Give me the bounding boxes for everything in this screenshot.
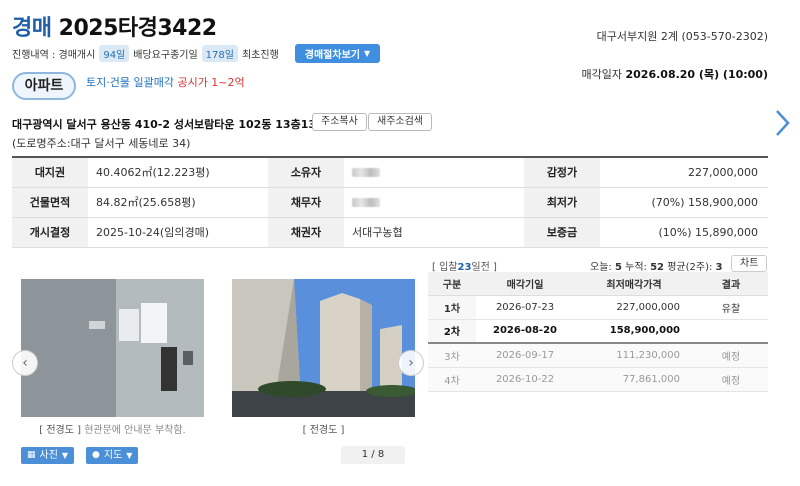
redacted-name xyxy=(352,168,380,178)
owner-header: 소유자 xyxy=(268,157,344,188)
building-photo[interactable] xyxy=(232,279,415,417)
owner-value xyxy=(344,157,524,188)
col-result: 결과 xyxy=(694,272,768,296)
bid-countdown: [ 입찰23일전 ] xyxy=(432,258,497,273)
photo-toggle-button[interactable]: ▦ 사진 ▼ xyxy=(21,447,75,464)
photo-caption-2: [ 전경도 ] xyxy=(302,425,345,436)
result-cell xyxy=(694,319,768,344)
table-row: 대지권 40.4062㎡(12.223평) 소유자 감정가 227,000,00… xyxy=(12,157,768,188)
price-cell: 111,230,000 xyxy=(574,343,694,368)
land-right-value: 40.4062㎡(12.223평) xyxy=(88,157,268,188)
page-title: 경매 2025타경3422 xyxy=(12,10,217,42)
col-round: 구분 xyxy=(428,272,476,296)
photo-caption-1: [ 전경도 ] 현관문에 안내문 부착함. xyxy=(21,421,204,436)
court-info: 대구서부지원 2계 (053-570-2302) xyxy=(596,30,768,43)
land-right-header: 대지권 xyxy=(12,157,88,188)
days-since-start-badge: 94일 xyxy=(99,45,130,62)
col-date: 매각기일 xyxy=(476,272,574,296)
date-cell: 2026-08-20 xyxy=(476,319,574,344)
bid-schedule-table: 구분 매각기일 최저매각가격 결과 1차 2026-07-23 227,000,… xyxy=(428,272,768,392)
creditor-header: 채권자 xyxy=(268,217,344,248)
chevron-right-icon[interactable] xyxy=(772,108,792,138)
auction-procedure-label: 경매절차보기 xyxy=(304,50,360,61)
property-info-table: 대지권 40.4062㎡(12.223평) 소유자 감정가 227,000,00… xyxy=(12,156,768,248)
round-cell: 1차 xyxy=(428,295,476,320)
chevron-down-icon: ▼ xyxy=(61,451,69,460)
deposit-value: (10%) 15,890,000 xyxy=(600,217,768,248)
photo-prev-button[interactable]: ‹ xyxy=(12,350,38,376)
min-price-value: (70%) 158,900,000 xyxy=(600,187,768,218)
public-price-note: 공시가 1~2억 xyxy=(177,76,245,89)
appraisal-value: 227,000,000 xyxy=(600,157,768,188)
price-cell: 227,000,000 xyxy=(574,295,694,320)
view-stats: 오늘: 5 누적: 52 평균(2주): 3 xyxy=(590,258,723,273)
price-cell: 158,900,000 xyxy=(574,319,694,344)
creditor-value: 서대구농협 xyxy=(344,217,524,248)
round-cell: 4차 xyxy=(428,367,476,392)
table-row: 3차 2026-09-17 111,230,000 예정 xyxy=(428,343,768,368)
chart-button[interactable]: 차트 xyxy=(731,255,768,272)
photo-toggle-label: 사진 xyxy=(39,450,58,461)
redacted-name xyxy=(352,198,380,207)
building-area-value: 84.82㎡(25.658평) xyxy=(88,187,268,218)
date-cell: 2026-10-22 xyxy=(476,367,574,392)
date-cell: 2026-07-23 xyxy=(476,295,574,320)
sale-date-value: 2026.08.20 (목) (10:00) xyxy=(625,68,769,81)
case-number: 2025타경3422 xyxy=(58,16,217,41)
door-illustration xyxy=(21,279,204,417)
debtor-value xyxy=(344,187,524,218)
result-cell: 예정 xyxy=(694,367,768,392)
auction-procedure-button[interactable]: 경매절차보기 ▼ xyxy=(294,44,381,63)
road-address: (도로명주소:대구 달서구 세동네로 34) xyxy=(12,137,191,150)
progress-mid-label: 배당요구종기일 xyxy=(133,50,198,61)
sale-note: 토지·건물 일괄매각 공시가 1~2억 xyxy=(86,74,245,90)
map-toggle-label: 지도 xyxy=(103,450,123,461)
property-address: 대구광역시 달서구 용산동 410-2 성서보람타운 102동 13층1305호 xyxy=(12,118,342,131)
deposit-header: 보증금 xyxy=(524,217,600,248)
map-pin-icon: ● xyxy=(92,450,100,460)
photo-caption-tag: [ 전경도 ] xyxy=(39,425,82,436)
building-area-header: 건물면적 xyxy=(12,187,88,218)
copy-address-button[interactable]: 주소복사 xyxy=(312,113,367,131)
sale-date-label: 매각일자 xyxy=(581,68,622,81)
grid-icon: ▦ xyxy=(27,450,36,460)
property-type-badge: 아파트 xyxy=(12,72,76,100)
price-cell: 77,861,000 xyxy=(574,367,694,392)
new-address-search-button[interactable]: 새주소검색 xyxy=(368,113,432,131)
debtor-header: 채무자 xyxy=(268,187,344,218)
table-row: 건물면적 84.82㎡(25.658평) 채무자 최저가 (70%) 158,9… xyxy=(12,187,768,218)
photo-next-button[interactable]: › xyxy=(398,350,424,376)
photo-pager: 1 / 8 xyxy=(341,446,405,464)
result-cell: 유찰 xyxy=(694,295,768,320)
progress-tail-label: 최초진행 xyxy=(241,50,279,61)
start-decision-value: 2025-10-24(임의경매) xyxy=(88,217,268,248)
auction-kind: 경매 xyxy=(12,16,52,41)
table-row: 4차 2026-10-22 77,861,000 예정 xyxy=(428,367,768,392)
sale-date: 매각일자 2026.08.20 (목) (10:00) xyxy=(582,66,768,82)
photo-caption-text: 현관문에 안내문 부착함. xyxy=(84,425,186,436)
front-door-photo[interactable] xyxy=(21,279,204,417)
building-illustration xyxy=(232,279,415,417)
start-decision-header: 개시결정 xyxy=(12,217,88,248)
table-row: 2차 2026-08-20 158,900,000 xyxy=(428,319,768,344)
round-cell: 2차 xyxy=(428,319,476,344)
chevron-down-icon: ▼ xyxy=(363,49,371,58)
chevron-down-icon: ▼ xyxy=(126,451,133,460)
date-cell: 2026-09-17 xyxy=(476,343,574,368)
map-toggle-button[interactable]: ● 지도 ▼ xyxy=(86,447,139,464)
table-row: 1차 2026-07-23 227,000,000 유찰 xyxy=(428,295,768,320)
table-row: 개시결정 2025-10-24(임의경매) 채권자 서대구농협 보증금 (10%… xyxy=(12,217,768,248)
progress-bar: 진행내역 : 경매개시 94일 배당요구종기일 178일 최초진행 경매절차보기… xyxy=(12,44,381,63)
appraisal-header: 감정가 xyxy=(524,157,600,188)
table-header-row: 구분 매각기일 최저매각가격 결과 xyxy=(428,272,768,296)
min-price-header: 최저가 xyxy=(524,187,600,218)
result-cell: 예정 xyxy=(694,343,768,368)
progress-label: 진행내역 : 경매개시 xyxy=(12,50,96,61)
sale-note-text: 토지·건물 일괄매각 xyxy=(86,76,174,89)
col-price: 최저매각가격 xyxy=(574,272,694,296)
days-dividend-badge: 178일 xyxy=(201,45,238,62)
round-cell: 3차 xyxy=(428,343,476,368)
